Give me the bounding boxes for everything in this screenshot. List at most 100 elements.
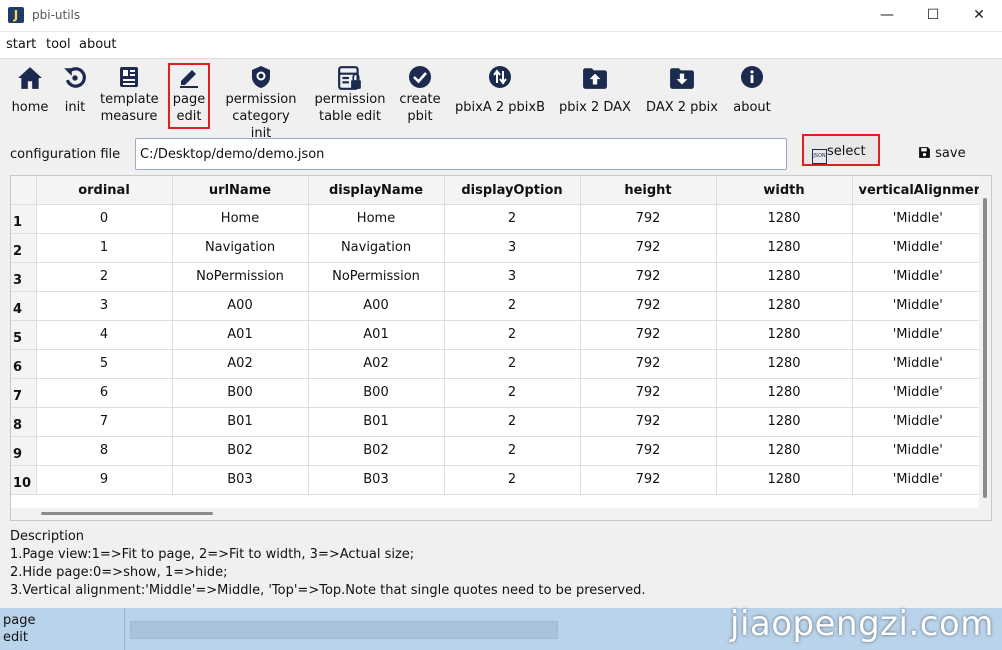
- table-cell[interactable]: 'Middle': [852, 262, 984, 292]
- table-cell[interactable]: 1280: [716, 465, 853, 495]
- table-cell[interactable]: 0: [36, 204, 173, 234]
- row-header[interactable]: 1: [11, 204, 37, 234]
- table-cell[interactable]: 5: [36, 349, 173, 379]
- table-cell[interactable]: B00: [172, 378, 309, 408]
- table-row[interactable]: 5 4 A01 A01 2 792 1280 'Middle': [11, 320, 984, 350]
- table-row[interactable]: 1 0 Home Home 2 792 1280 'Middle': [11, 204, 984, 234]
- minimize-button[interactable]: —: [864, 0, 910, 31]
- table-cell[interactable]: 792: [580, 465, 717, 495]
- table-cell[interactable]: B01: [308, 407, 445, 437]
- toolbar-home-button[interactable]: home: [8, 65, 52, 116]
- menu-start[interactable]: start: [6, 37, 36, 52]
- table-cell[interactable]: 2: [36, 262, 173, 292]
- corner-cell[interactable]: [11, 176, 37, 205]
- toolbar-pbix-2-dax-button[interactable]: pbix 2 DAX: [558, 65, 632, 116]
- table-cell[interactable]: 1280: [716, 291, 853, 321]
- toolbar-page-edit-button[interactable]: page edit: [168, 63, 210, 129]
- table-cell[interactable]: NoPermission: [172, 262, 309, 292]
- table-cell[interactable]: Home: [172, 204, 309, 234]
- table-row[interactable]: 9 8 B02 B02 2 792 1280 'Middle': [11, 436, 984, 466]
- table-cell[interactable]: B03: [172, 465, 309, 495]
- table-row[interactable]: 3 2 NoPermission NoPermission 3 792 1280 'Middl…: [11, 262, 984, 292]
- table-cell[interactable]: 792: [580, 320, 717, 350]
- table-cell[interactable]: A02: [172, 349, 309, 379]
- table-cell[interactable]: 'Middle': [852, 407, 984, 437]
- toolbar-create-pbit-button[interactable]: create pbit: [398, 65, 442, 125]
- row-header[interactable]: 6: [11, 349, 37, 379]
- table-cell[interactable]: 792: [580, 378, 717, 408]
- table-cell[interactable]: 2: [444, 291, 581, 321]
- table-cell[interactable]: 7: [36, 407, 173, 437]
- table-cell[interactable]: 1280: [716, 262, 853, 292]
- table-cell[interactable]: 792: [580, 349, 717, 379]
- horizontal-scroll-thumb[interactable]: [41, 512, 213, 515]
- table-cell[interactable]: 2: [444, 378, 581, 408]
- vertical-scroll-thumb[interactable]: [983, 198, 987, 498]
- table-cell[interactable]: 'Middle': [852, 291, 984, 321]
- table-cell[interactable]: 1280: [716, 407, 853, 437]
- table-cell[interactable]: 792: [580, 204, 717, 234]
- table-cell[interactable]: 1280: [716, 204, 853, 234]
- table-cell[interactable]: 'Middle': [852, 233, 984, 263]
- close-button[interactable]: ✕: [956, 0, 1002, 31]
- row-header[interactable]: 5: [11, 320, 37, 350]
- maximize-button[interactable]: ☐: [910, 0, 956, 31]
- table-cell[interactable]: B01: [172, 407, 309, 437]
- table-cell[interactable]: 2: [444, 320, 581, 350]
- column-header[interactable]: displayOption: [444, 176, 581, 205]
- table-row[interactable]: 2 1 Navigation Navigation 3 792 1280 'Middle': [11, 233, 984, 263]
- toolbar-dax-2-pbix-button[interactable]: DAX 2 pbix: [644, 65, 720, 116]
- table-cell[interactable]: 4: [36, 320, 173, 350]
- table-cell[interactable]: 'Middle': [852, 320, 984, 350]
- column-header[interactable]: urlName: [172, 176, 309, 205]
- table-cell[interactable]: 1280: [716, 378, 853, 408]
- column-header[interactable]: ordinal: [36, 176, 173, 205]
- toolbar-template-measure-button[interactable]: template measure: [100, 65, 159, 125]
- table-cell[interactable]: 'Middle': [852, 436, 984, 466]
- menu-tool[interactable]: tool: [46, 37, 71, 52]
- column-header[interactable]: verticalAlignmen: [852, 176, 984, 205]
- table-cell[interactable]: 'Middle': [852, 378, 984, 408]
- table-cell[interactable]: A02: [308, 349, 445, 379]
- column-header[interactable]: height: [580, 176, 717, 205]
- row-header[interactable]: 2: [11, 233, 37, 263]
- row-header[interactable]: 4: [11, 291, 37, 321]
- vertical-scrollbar[interactable]: [979, 176, 991, 520]
- row-header[interactable]: 8: [11, 407, 37, 437]
- table-cell[interactable]: 'Middle': [852, 204, 984, 234]
- table-cell[interactable]: 3: [444, 262, 581, 292]
- toolbar-init-button[interactable]: init: [58, 65, 92, 116]
- table-row[interactable]: 7 6 B00 B00 2 792 1280 'Middle': [11, 378, 984, 408]
- table-cell[interactable]: A01: [172, 320, 309, 350]
- table-cell[interactable]: A00: [308, 291, 445, 321]
- table-row[interactable]: 4 3 A00 A00 2 792 1280 'Middle': [11, 291, 984, 321]
- toolbar-permission-category-init-button[interactable]: permission category init: [220, 65, 302, 142]
- table-cell[interactable]: 792: [580, 407, 717, 437]
- table-row[interactable]: 10 9 B03 B03 2 792 1280 'Middle': [11, 465, 984, 495]
- toolbar-about-button[interactable]: about: [730, 65, 774, 116]
- table-cell[interactable]: 1280: [716, 436, 853, 466]
- toolbar-permission-table-edit-button[interactable]: permission table edit: [314, 65, 386, 125]
- row-header[interactable]: 3: [11, 262, 37, 292]
- table-cell[interactable]: 1280: [716, 233, 853, 263]
- table-cell[interactable]: 3: [36, 291, 173, 321]
- table-cell[interactable]: 3: [444, 233, 581, 263]
- table-cell[interactable]: B03: [308, 465, 445, 495]
- horizontal-scrollbar[interactable]: [11, 508, 979, 520]
- table-cell[interactable]: Navigation: [308, 233, 445, 263]
- table-cell[interactable]: 792: [580, 262, 717, 292]
- table-cell[interactable]: 9: [36, 465, 173, 495]
- column-header[interactable]: width: [716, 176, 853, 205]
- table-cell[interactable]: 792: [580, 291, 717, 321]
- menu-about[interactable]: about: [79, 37, 117, 52]
- table-cell[interactable]: 2: [444, 349, 581, 379]
- table-cell[interactable]: 2: [444, 407, 581, 437]
- table-row[interactable]: 6 5 A02 A02 2 792 1280 'Middle': [11, 349, 984, 379]
- table-cell[interactable]: 1280: [716, 320, 853, 350]
- table-cell[interactable]: 792: [580, 233, 717, 263]
- table-cell[interactable]: B00: [308, 378, 445, 408]
- table-cell[interactable]: 2: [444, 436, 581, 466]
- table-cell[interactable]: 'Middle': [852, 465, 984, 495]
- table-cell[interactable]: 6: [36, 378, 173, 408]
- table-cell[interactable]: 792: [580, 436, 717, 466]
